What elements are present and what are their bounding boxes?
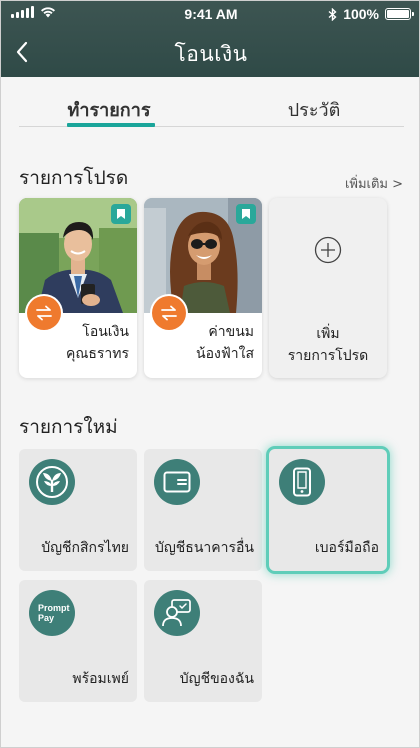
tile-other-bank-account[interactable]: บัญชีธนาคารอื่น: [144, 449, 262, 571]
plus-circle-icon: [314, 236, 342, 264]
screen: 9:41 AM 100% โอนเงิน ทำรายการ ประวัติ รา…: [0, 0, 420, 748]
battery-percent: 100%: [343, 6, 379, 22]
favorites-title: รายการโปรด: [19, 167, 129, 189]
add-favorite-line1: เพิ่ม: [316, 326, 340, 342]
see-more-link[interactable]: เพิ่มเติม >: [345, 173, 403, 194]
tile-mobile-number[interactable]: เบอร์มือถือ: [269, 449, 387, 571]
new-items-title: รายการใหม่: [19, 416, 118, 438]
favorite-label-2-line2: น้องฟ้าใส: [196, 346, 254, 362]
tab-history[interactable]: ประวัติ: [259, 95, 369, 127]
status-right: 100%: [328, 6, 414, 22]
active-tab-indicator: [67, 123, 155, 127]
mobile-phone-icon: [279, 459, 325, 505]
app-header: 9:41 AM 100% โอนเงิน: [1, 1, 419, 77]
favorite-label-1-line2: คุณธราทร: [65, 346, 129, 362]
tile-promptpay[interactable]: Prompt Pay พร้อมเพย์: [19, 580, 137, 702]
nav-bar: โอนเงิน: [1, 27, 419, 77]
tile-label-promptpay: พร้อมเพย์: [72, 671, 129, 687]
battery-fill: [387, 10, 409, 18]
tab-bar: ทำรายการ ประวัติ: [19, 95, 404, 127]
page-title: โอนเงิน: [174, 42, 248, 66]
battery-icon: [385, 8, 414, 20]
promptpay-icon-text: Prompt Pay: [38, 603, 70, 623]
kbank-logo-icon: [29, 459, 75, 505]
add-favorite-card[interactable]: เพิ่ม รายการโปรด: [269, 198, 387, 378]
card-icon: [154, 459, 200, 505]
favorite-card-2[interactable]: ค่าขนม น้องฟ้าใส: [144, 198, 262, 378]
tile-label-other-bank: บัญชีธนาคารอื่น: [154, 540, 254, 556]
bluetooth-icon: [328, 7, 337, 21]
tile-my-account[interactable]: บัญชีของฉัน: [144, 580, 262, 702]
my-account-icon: [154, 590, 200, 636]
tile-label-my-account: บัญชีของฉัน: [179, 671, 254, 687]
tile-label-kbank: บัญชีกสิกรไทย: [41, 540, 129, 556]
promptpay-icon: Prompt Pay: [29, 590, 75, 636]
favorite-label-2-line1: ค่าขนม: [208, 324, 254, 340]
tile-label-mobile: เบอร์มือถือ: [314, 540, 379, 556]
favorite-label-1-line1: โอนเงิน: [82, 324, 129, 340]
status-bar: 9:41 AM 100%: [1, 1, 419, 27]
tile-kbank-account[interactable]: บัญชีกสิกรไทย: [19, 449, 137, 571]
bookmark-icon[interactable]: [236, 204, 256, 224]
bookmark-icon[interactable]: [111, 204, 131, 224]
main-content: ทำรายการ ประวัติ รายการโปรด เพิ่มเติม >: [1, 77, 419, 747]
favorite-card-1[interactable]: โอนเงิน คุณธราทร: [19, 198, 137, 378]
add-favorite-line2: รายการโปรด: [287, 348, 369, 364]
